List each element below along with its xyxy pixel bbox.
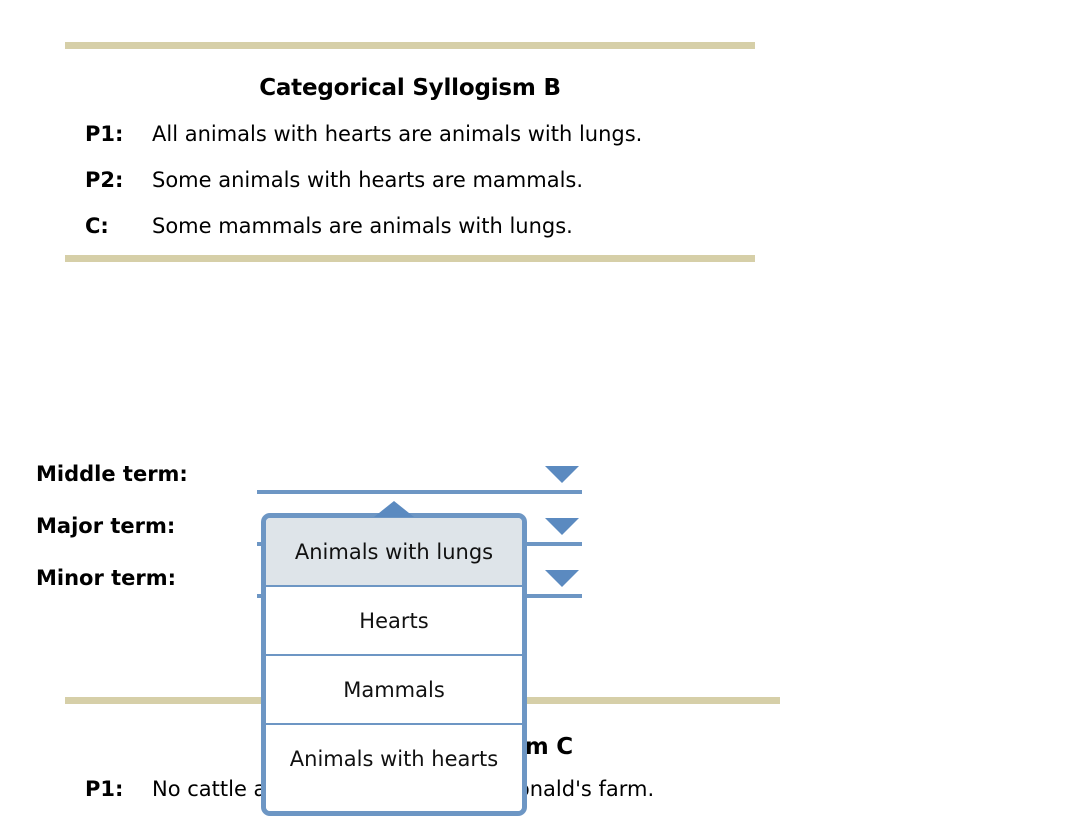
card-bottom-rule [65,255,755,262]
dropdown-option[interactable]: Animals with lungs [266,518,522,587]
premise-label: P2: [85,168,124,192]
middle-term-select[interactable] [257,458,582,494]
premise-row: P2: Some animals with hearts are mammals… [65,165,755,195]
dropdown-option[interactable]: Mammals [266,656,522,725]
dropdown-option[interactable]: Animals with hearts [266,725,522,811]
middle-term-row: Middle term: [36,458,596,510]
conclusion-row: C: Some mammals are animals with lungs. [65,211,755,241]
premise-text: Some animals with hearts are mammals. [152,168,584,192]
syllogism-card-b: Categorical Syllogism B P1: All animals … [65,42,755,262]
card-top-rule [65,42,755,49]
premise-label: P1: [85,777,124,801]
chevron-down-icon[interactable] [545,518,579,535]
chevron-down-icon[interactable] [545,570,579,587]
major-term-label: Major term: [36,514,176,538]
premise-row: P1: All animals with hearts are animals … [65,119,755,149]
minor-term-label: Minor term: [36,566,177,590]
card-body: Categorical Syllogism B P1: All animals … [65,49,755,255]
conclusion-label: C: [85,214,109,238]
page-title: Categorical Syllogism B [259,75,561,101]
conclusion-text: Some mammals are animals with lungs. [152,214,573,238]
premise-label: P1: [85,122,124,146]
chevron-down-icon[interactable] [545,466,579,483]
chevron-up-icon [374,501,414,517]
dropdown-option[interactable]: Hearts [266,587,522,656]
middle-term-label: Middle term: [36,462,188,486]
select-underline [257,490,582,494]
premise-text: All animals with hearts are animals with… [152,122,643,146]
dropdown-options-panel[interactable]: Animals with lungs Hearts Mammals Animal… [261,513,527,816]
